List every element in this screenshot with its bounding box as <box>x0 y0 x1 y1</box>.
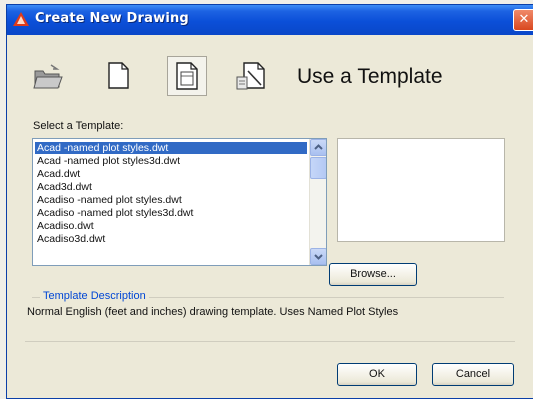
template-listbox[interactable]: Acad -named plot styles.dwt Acad -named … <box>32 138 327 266</box>
template-description-text: Normal English (feet and inches) drawing… <box>27 306 399 318</box>
list-item[interactable]: Acad3d.dwt <box>37 181 92 193</box>
list-item[interactable]: Acadiso -named plot styles3d.dwt <box>37 207 193 219</box>
start-from-scratch-button[interactable] <box>101 57 135 93</box>
open-drawing-button[interactable] <box>31 57 65 93</box>
list-item[interactable]: Acadiso3d.dwt <box>37 233 105 245</box>
create-new-drawing-dialog: Create New Drawing ✕ Use a Template Sele… <box>6 4 533 399</box>
list-item[interactable]: Acadiso.dwt <box>37 220 94 232</box>
select-template-label: Select a Template: <box>33 120 124 132</box>
blank-page-icon <box>108 62 129 89</box>
list-item[interactable]: Acad -named plot styles3d.dwt <box>37 155 180 167</box>
use-wizard-button[interactable] <box>233 57 273 93</box>
browse-button[interactable]: Browse... <box>329 263 417 286</box>
close-button[interactable]: ✕ <box>513 9 533 31</box>
divider <box>25 341 515 342</box>
wizard-page-icon <box>236 62 265 90</box>
title-bar[interactable]: Create New Drawing ✕ <box>7 5 533 35</box>
autocad-logo-icon <box>13 12 29 26</box>
chevron-up-icon <box>314 144 323 150</box>
use-template-button[interactable] <box>167 56 207 96</box>
scroll-thumb[interactable] <box>310 157 326 179</box>
template-preview <box>337 138 505 242</box>
template-description-legend: Template Description <box>40 290 149 302</box>
scroll-up-button[interactable] <box>310 139 326 156</box>
window-title: Create New Drawing <box>35 11 189 26</box>
list-item[interactable]: Acad.dwt <box>37 168 80 180</box>
template-page-icon <box>176 62 198 90</box>
list-item[interactable]: Acadiso -named plot styles.dwt <box>37 194 182 206</box>
list-scrollbar[interactable] <box>309 139 326 265</box>
scroll-down-button[interactable] <box>310 248 326 265</box>
ok-button[interactable]: OK <box>337 363 417 386</box>
close-icon: ✕ <box>518 12 530 27</box>
open-folder-icon <box>33 64 63 89</box>
chevron-down-icon <box>314 254 323 260</box>
page-heading: Use a Template <box>297 65 443 88</box>
cancel-button[interactable]: Cancel <box>432 363 514 386</box>
list-item[interactable]: Acad -named plot styles.dwt <box>35 142 307 154</box>
